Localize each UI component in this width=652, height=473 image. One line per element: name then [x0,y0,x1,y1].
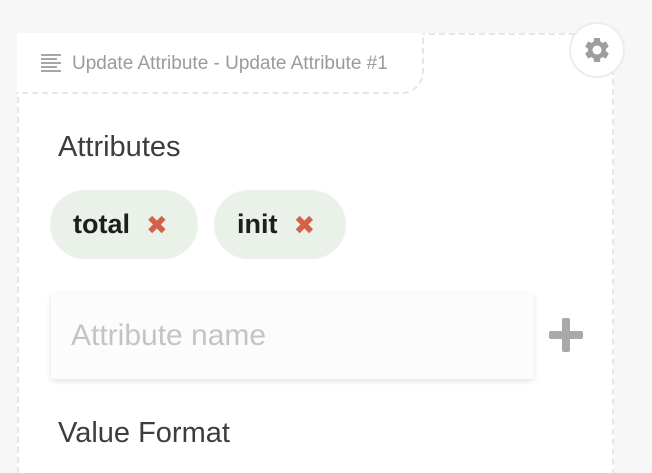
attribute-name-input[interactable] [51,293,534,379]
gear-icon [585,37,609,62]
attributes-heading: Attributes [58,131,181,163]
attribute-name-field [51,293,534,379]
settings-button[interactable] [569,22,625,78]
close-icon[interactable]: ✖ [146,212,168,238]
attribute-chip: total ✖ [50,190,198,259]
attribute-chip-label: init [237,209,278,239]
add-attribute-button[interactable] [549,318,583,352]
attribute-chip-label: total [73,209,130,239]
close-icon[interactable]: ✖ [294,212,316,238]
value-format-heading: Value Format [58,417,230,449]
attribute-chip: init ✖ [214,190,346,259]
panel-title-tab: Update Attribute - Update Attribute #1 [17,33,424,94]
panel-title: Update Attribute - Update Attribute #1 [72,53,388,74]
lines-icon [41,54,61,72]
